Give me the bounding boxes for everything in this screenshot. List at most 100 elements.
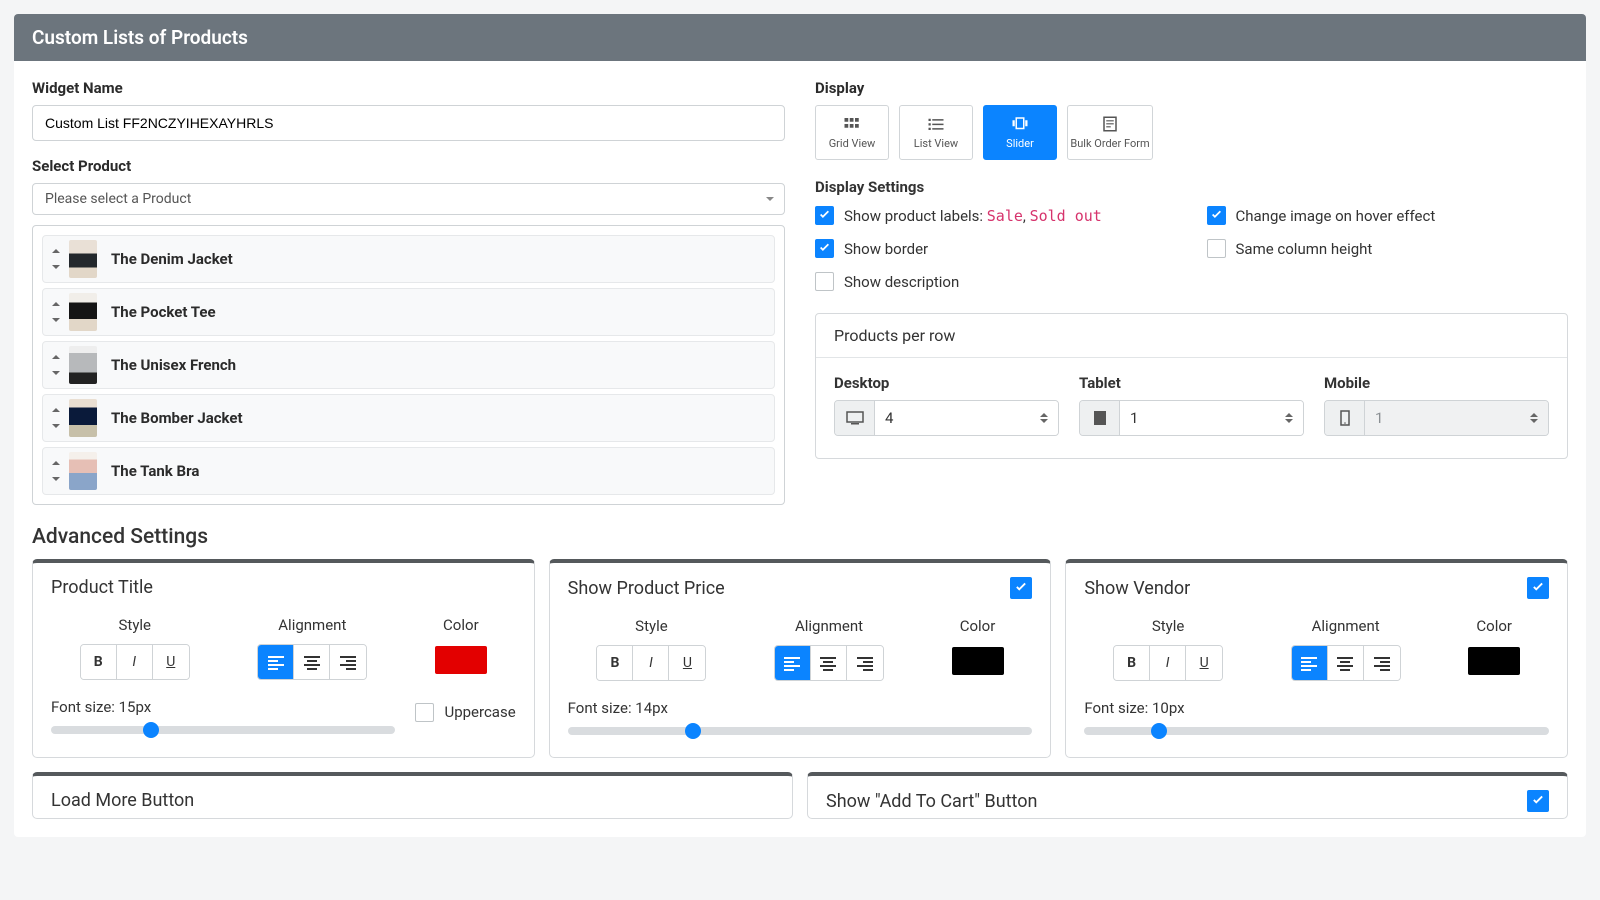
product-price-card: Show Product Price Style BIU Alignment <box>549 559 1052 758</box>
display-bulk-button[interactable]: Bulk Order Form <box>1067 105 1153 160</box>
style-label: Style <box>596 617 706 635</box>
product-thumb <box>69 452 97 490</box>
product-thumb <box>69 240 97 278</box>
uppercase-label: Uppercase <box>444 703 515 721</box>
product-price-heading: Show Product Price <box>568 578 725 599</box>
products-per-row-title: Products per row <box>816 314 1567 358</box>
show-border-checkbox[interactable] <box>815 239 834 258</box>
tablet-value: 1 <box>1130 409 1138 427</box>
italic-button[interactable]: I <box>1150 646 1186 680</box>
color-label: Color <box>1468 617 1520 635</box>
display-list-button[interactable]: List View <box>899 105 973 160</box>
product-name: The Bomber Jacket <box>111 409 243 427</box>
tablet-select[interactable]: 1 <box>1079 400 1304 436</box>
product-thumb <box>69 399 97 437</box>
align-right-button[interactable] <box>330 645 366 679</box>
product-title-heading: Product Title <box>51 577 153 598</box>
display-grid-label: Grid View <box>829 137 876 150</box>
add-to-cart-card: Show "Add To Cart" Button <box>807 772 1568 819</box>
widget-name-input[interactable] <box>32 105 785 141</box>
font-size-slider[interactable] <box>51 726 395 734</box>
font-size-label: Font size: 10px <box>1084 699 1549 717</box>
align-left-button[interactable] <box>775 646 811 680</box>
vendor-card: Show Vendor Style BIU Alignment <box>1065 559 1568 758</box>
product-list: The Denim Jacket The Pocket Tee The Unis… <box>32 225 785 505</box>
advanced-settings-title: Advanced Settings <box>32 525 1568 549</box>
font-size-slider[interactable] <box>568 727 1033 735</box>
italic-button[interactable]: I <box>633 646 669 680</box>
align-left-button[interactable] <box>258 645 294 679</box>
align-center-button[interactable] <box>811 646 847 680</box>
underline-button[interactable]: U <box>1186 646 1222 680</box>
same-column-checkbox[interactable] <box>1207 239 1226 258</box>
product-item[interactable]: The Denim Jacket <box>42 235 775 283</box>
price-toggle[interactable] <box>1010 577 1032 599</box>
bold-button[interactable]: B <box>81 645 117 679</box>
product-name: The Denim Jacket <box>111 250 233 268</box>
panel-title: Custom Lists of Products <box>14 14 1586 61</box>
widget-name-label: Widget Name <box>32 79 785 97</box>
drag-handle-icon[interactable] <box>51 249 61 269</box>
align-right-button[interactable] <box>847 646 883 680</box>
product-item[interactable]: The Bomber Jacket <box>42 394 775 442</box>
underline-button[interactable]: U <box>153 645 189 679</box>
select-caret-icon <box>1285 413 1293 423</box>
show-description-checkbox[interactable] <box>815 272 834 291</box>
show-border-text: Show border <box>844 240 928 258</box>
align-left-button[interactable] <box>1292 646 1328 680</box>
select-product-placeholder: Please select a Product <box>45 191 191 207</box>
desktop-select[interactable]: 4 <box>834 400 1059 436</box>
list-icon <box>925 115 947 133</box>
products-per-row-panel: Products per row Desktop 4 Tablet <box>815 313 1568 459</box>
italic-button[interactable]: I <box>117 645 153 679</box>
display-grid-button[interactable]: Grid View <box>815 105 889 160</box>
display-label: Display <box>815 79 1568 97</box>
style-label: Style <box>1113 617 1223 635</box>
mobile-label: Mobile <box>1324 374 1549 392</box>
drag-handle-icon[interactable] <box>51 355 61 375</box>
display-bulk-label: Bulk Order Form <box>1070 137 1149 150</box>
add-to-cart-heading: Show "Add To Cart" Button <box>826 791 1037 812</box>
slider-icon <box>1009 115 1031 133</box>
show-labels-checkbox[interactable] <box>815 206 834 225</box>
display-settings-label: Display Settings <box>815 178 1568 196</box>
select-product-dropdown[interactable]: Please select a Product <box>32 183 785 215</box>
select-caret-icon <box>1040 413 1048 423</box>
drag-handle-icon[interactable] <box>51 461 61 481</box>
bold-button[interactable]: B <box>597 646 633 680</box>
uppercase-checkbox[interactable] <box>415 703 434 722</box>
color-swatch[interactable] <box>952 647 1004 675</box>
product-item[interactable]: The Unisex French <box>42 341 775 389</box>
product-item[interactable]: The Tank Bra <box>42 447 775 495</box>
product-thumb <box>69 293 97 331</box>
vendor-toggle[interactable] <box>1527 577 1549 599</box>
underline-button[interactable]: U <box>669 646 705 680</box>
font-size-label: Font size: 15px <box>51 698 395 716</box>
product-item[interactable]: The Pocket Tee <box>42 288 775 336</box>
product-title-card: Product Title Style B I U <box>32 559 535 758</box>
alignment-label: Alignment <box>257 616 367 634</box>
hover-effect-checkbox[interactable] <box>1207 206 1226 225</box>
product-name: The Unisex French <box>111 356 236 374</box>
display-slider-button[interactable]: Slider <box>983 105 1057 160</box>
align-right-button[interactable] <box>1364 646 1400 680</box>
desktop-value: 4 <box>885 409 893 427</box>
color-swatch[interactable] <box>435 646 487 674</box>
product-name: The Pocket Tee <box>111 303 216 321</box>
color-swatch[interactable] <box>1468 647 1520 675</box>
desktop-icon <box>835 401 875 435</box>
align-buttons <box>257 644 367 680</box>
bold-button[interactable]: B <box>1114 646 1150 680</box>
mobile-value: 1 <box>1375 409 1383 427</box>
tablet-icon <box>1080 401 1120 435</box>
display-list-label: List View <box>914 137 958 150</box>
product-thumb <box>69 346 97 384</box>
align-center-button[interactable] <box>1328 646 1364 680</box>
drag-handle-icon[interactable] <box>51 408 61 428</box>
load-more-heading: Load More Button <box>51 790 194 811</box>
align-center-button[interactable] <box>294 645 330 679</box>
add-to-cart-toggle[interactable] <box>1527 790 1549 812</box>
font-size-slider[interactable] <box>1084 727 1549 735</box>
chevron-down-icon <box>766 197 774 201</box>
drag-handle-icon[interactable] <box>51 302 61 322</box>
